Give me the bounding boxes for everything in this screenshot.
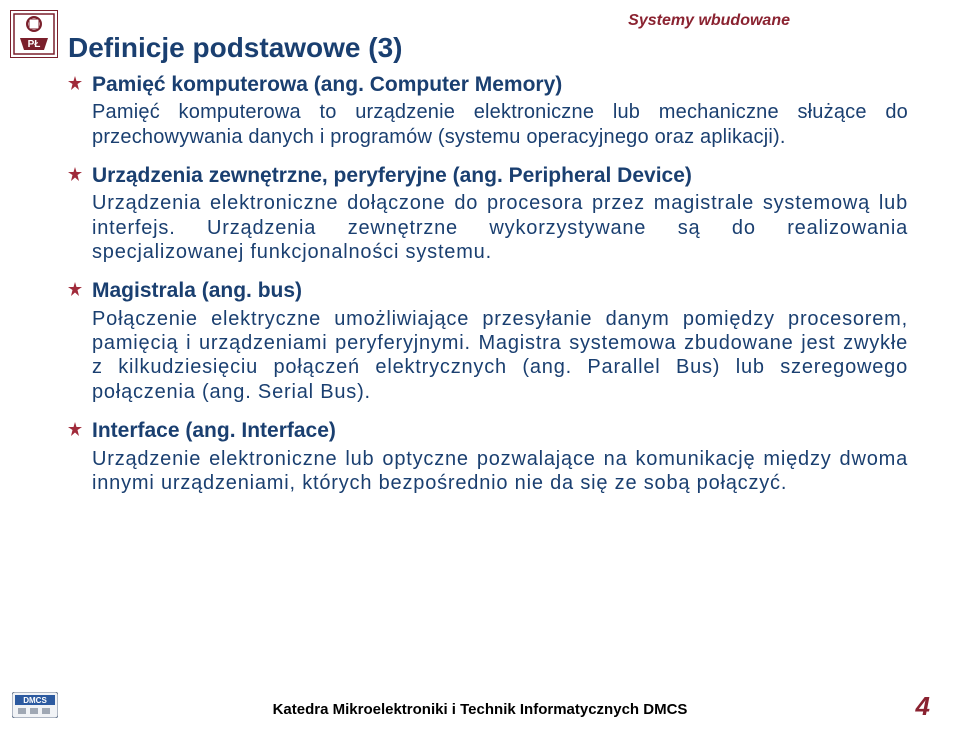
definition-heading: Pamięć komputerowa (ang. Computer Memory… (92, 72, 908, 98)
definition-heading: Interface (ang. Interface) (92, 418, 908, 444)
definition-heading: Urządzenia zewnętrzne, peryferyjne (ang.… (92, 163, 908, 189)
definition-body: Połączenie elektryczne umożliwiające prz… (92, 307, 908, 405)
page-title: Definicje podstawowe (3) (68, 32, 403, 64)
course-name: Systemy wbudowane (628, 12, 790, 30)
definition-body: Urządzenie elektroniczne lub optyczne po… (92, 447, 908, 496)
svg-text:PŁ: PŁ (28, 39, 41, 50)
footer-text: Katedra Mikroelektroniki i Technik Infor… (0, 701, 960, 718)
definition-item: Urządzenia zewnętrzne, peryferyjne (ang.… (68, 163, 908, 264)
page-number: 4 (916, 691, 930, 722)
definition-body: Urządzenia elektroniczne dołączone do pr… (92, 191, 908, 264)
definition-body: Pamięć komputerowa to urządzenie elektro… (92, 100, 908, 149)
star-icon (68, 167, 82, 181)
star-icon (68, 76, 82, 90)
institution-logo: PŁ (10, 10, 58, 58)
content-area: Pamięć komputerowa (ang. Computer Memory… (68, 72, 908, 509)
star-icon (68, 282, 82, 296)
definition-heading: Magistrala (ang. bus) (92, 278, 908, 304)
definition-item: Interface (ang. Interface) Urządzenie el… (68, 418, 908, 495)
star-icon (68, 422, 82, 436)
definition-item: Magistrala (ang. bus) Połączenie elektry… (68, 278, 908, 404)
definition-item: Pamięć komputerowa (ang. Computer Memory… (68, 72, 908, 149)
